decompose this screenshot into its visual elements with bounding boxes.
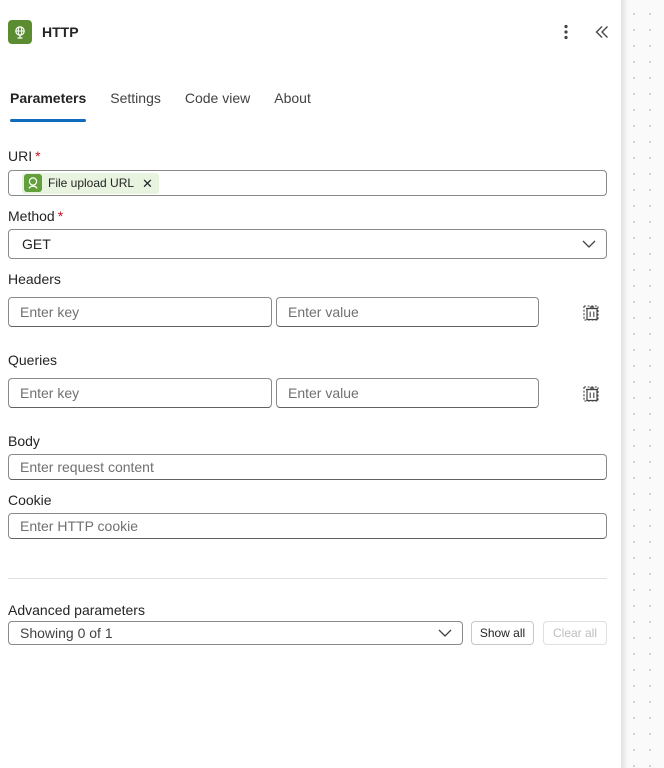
queries-value-placeholder: Enter value [288,385,359,401]
designer-canvas[interactable] [622,0,664,768]
body-label: Body [8,433,40,449]
advanced-parameters-dropdown[interactable]: Showing 0 of 1 [8,621,463,645]
headers-key-placeholder: Enter key [20,304,80,320]
headers-delete-icon[interactable] [581,303,601,323]
cookie-label: Cookie [8,492,52,508]
panel-header: HTTP [8,20,614,44]
token-label: File upload URL [48,176,135,190]
headers-value-input[interactable]: Enter value [276,297,539,327]
token-app-icon [24,174,42,192]
tab-list: Parameters Settings Code view About [0,86,325,122]
method-value: GET [22,236,51,252]
http-action-panel: HTTP Parameters Settings Code view About… [0,0,622,768]
tab-code-view[interactable]: Code view [185,86,250,122]
advanced-parameters-label: Advanced parameters [8,602,145,618]
queries-key-input[interactable]: Enter key [8,378,272,408]
dynamic-content-token[interactable]: File upload URL ✕ [22,172,159,194]
show-all-button[interactable]: Show all [471,621,534,645]
tab-parameters[interactable]: Parameters [10,86,87,122]
uri-label-text: URI [8,148,33,164]
cookie-placeholder: Enter HTTP cookie [20,518,139,534]
body-input[interactable]: Enter request content [8,454,607,480]
tab-about[interactable]: About [274,86,311,122]
section-divider [8,578,607,579]
clear-all-button[interactable]: Clear all [543,621,607,645]
queries-value-input[interactable]: Enter value [276,378,539,408]
method-select[interactable]: GET [8,229,607,259]
globe-icon [8,20,32,44]
queries-label: Queries [8,352,58,368]
token-remove-icon[interactable]: ✕ [142,177,153,190]
required-mark: * [57,208,64,224]
panel-title: HTTP [42,24,79,40]
headers-value-placeholder: Enter value [288,304,359,320]
chevron-down-icon [438,624,452,642]
chevron-down-icon [582,235,596,253]
headers-key-input[interactable]: Enter key [8,297,272,327]
cookie-input[interactable]: Enter HTTP cookie [8,513,607,539]
uri-label: URI * [8,148,41,164]
body-placeholder: Enter request content [20,459,154,475]
method-label-text: Method [8,208,55,224]
uri-input[interactable]: File upload URL ✕ [8,170,607,196]
collapse-panel-icon[interactable] [592,20,612,44]
more-options-icon[interactable] [556,20,576,44]
required-mark: * [35,148,41,164]
advanced-parameters-value: Showing 0 of 1 [20,625,113,641]
queries-delete-icon[interactable] [581,384,601,404]
method-label: Method * [8,208,63,224]
tab-settings[interactable]: Settings [110,86,161,122]
queries-key-placeholder: Enter key [20,385,80,401]
headers-label: Headers [8,271,61,287]
